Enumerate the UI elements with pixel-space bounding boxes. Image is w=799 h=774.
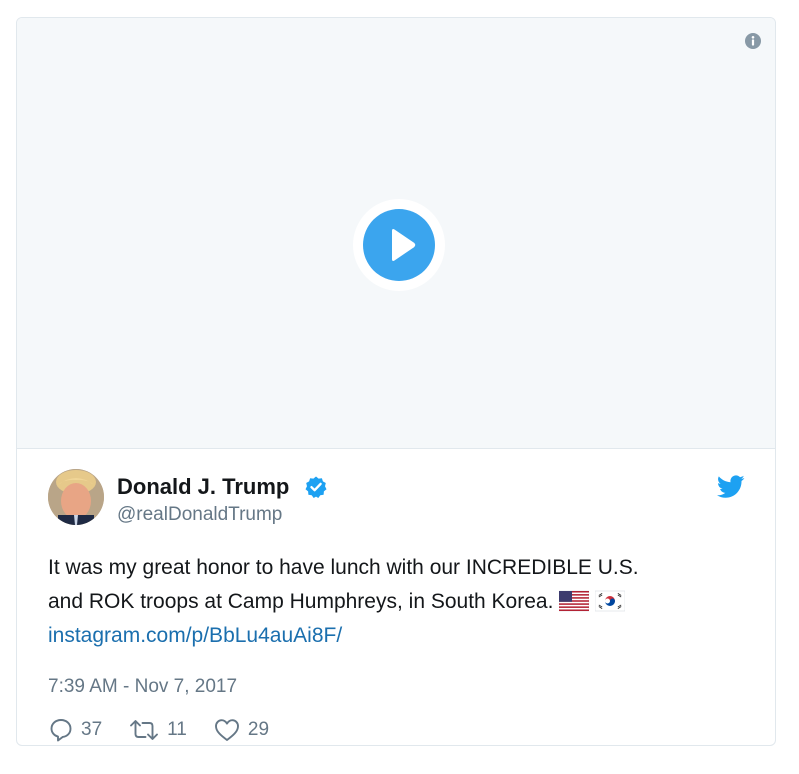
tweet-text-line: and ROK troops at Camp Humphreys, in Sou…	[48, 585, 748, 619]
tweet-text-segment: and ROK troops at Camp Humphreys, in Sou…	[48, 590, 554, 613]
tweet-body: Donald J. Trump @realDonaldTrump It was …	[17, 448, 775, 745]
us-flag-icon	[559, 590, 590, 612]
tweet-actions: 37 11 29	[48, 716, 295, 744]
retweet-count: 11	[167, 719, 187, 740]
heart-icon	[214, 719, 239, 741]
south-korea-flag-icon	[595, 590, 626, 612]
retweet-button[interactable]: 11	[128, 718, 187, 742]
retweet-icon	[130, 720, 159, 740]
play-button[interactable]	[353, 199, 445, 291]
play-icon	[363, 209, 435, 281]
author-handle[interactable]: @realDonaldTrump	[117, 504, 282, 526]
avatar[interactable]	[48, 469, 104, 525]
verified-badge-icon	[305, 476, 327, 498]
reply-count: 37	[81, 719, 103, 740]
tweet-timestamp[interactable]: 7:39 AM - Nov 7, 2017	[48, 676, 237, 698]
tweet-text-line: It was my great honor to have lunch with…	[48, 556, 639, 579]
info-icon[interactable]	[745, 33, 761, 49]
video-player[interactable]	[17, 18, 775, 449]
reply-icon	[50, 719, 72, 742]
instagram-link[interactable]: instagram.com/p/BbLu4auAi8F/	[48, 619, 748, 653]
twitter-bird-icon[interactable]	[717, 475, 745, 499]
author-name[interactable]: Donald J. Trump	[117, 474, 289, 500]
reply-button[interactable]: 37	[48, 717, 102, 743]
tweet-text: It was my great honor to have lunch with…	[48, 551, 748, 653]
like-count: 29	[247, 719, 270, 740]
embedded-tweet-card[interactable]: Donald J. Trump @realDonaldTrump It was …	[16, 17, 776, 746]
like-button[interactable]: 29	[213, 717, 269, 743]
